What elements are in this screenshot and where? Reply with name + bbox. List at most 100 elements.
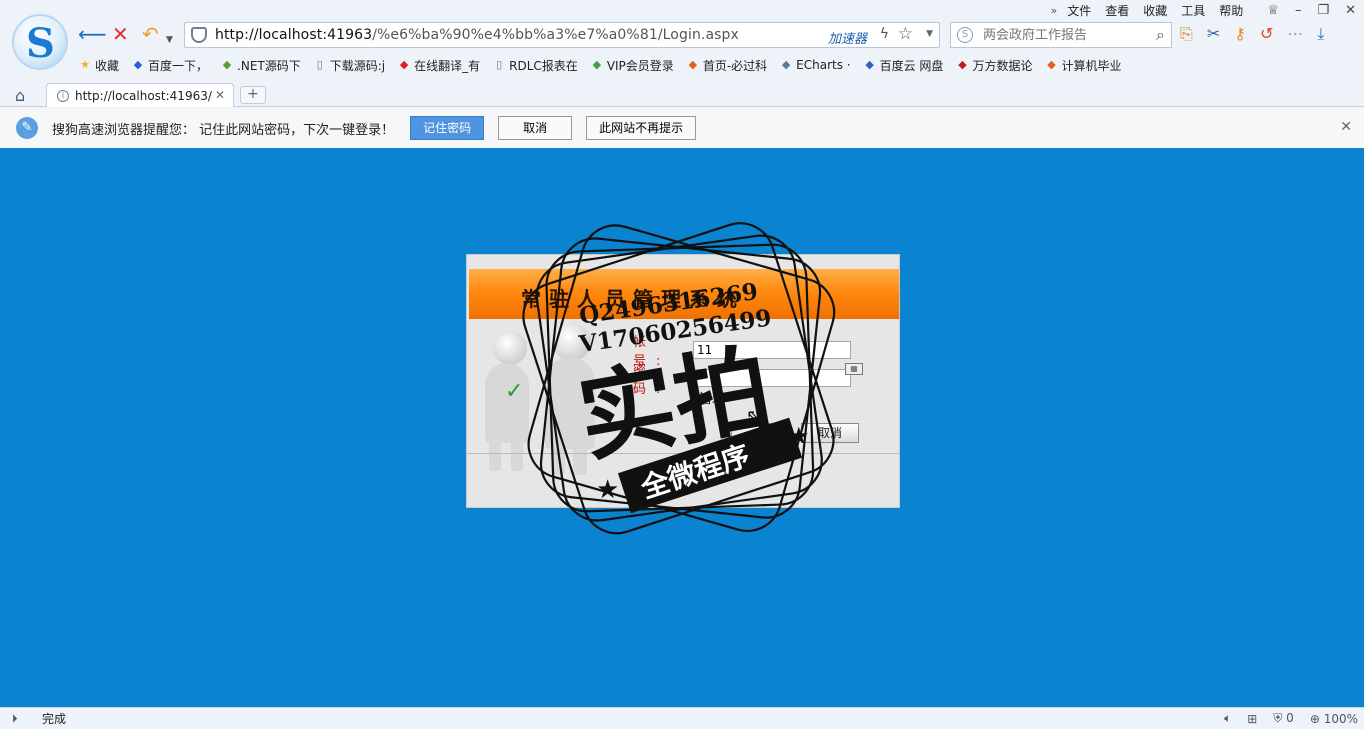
tab-close-icon[interactable]: ✕ [215,88,225,102]
account-input[interactable] [693,341,851,359]
sidebar-toggle-icon[interactable]: ⎘ [1180,24,1193,44]
undo-icon[interactable]: ↶ [142,24,159,44]
menu-overflow-icon[interactable]: » [1050,4,1057,17]
vip-icon: ◆ [592,58,602,71]
new-tab-button[interactable]: + [240,86,266,104]
status-tools: 🔈︎ ⊞ ⛨ 0 ⊕ 100% [1224,711,1358,726]
favorite-label: 在线翻译_有 [414,58,481,73]
notification-cancel-button[interactable]: 取消 [498,116,573,140]
remember-password-button[interactable]: 记住密码 [410,116,485,140]
favorite-item[interactable]: ◆ 百度云 网盘 [863,57,944,74]
status-bar: ⏵ 完成 🔈︎ ⊞ ⛨ 0 ⊕ 100% [0,707,1364,729]
favorite-label: 百度一下， [148,58,209,73]
favorite-label: 百度云 网盘 [879,58,944,73]
system-title: 常驻人员管理系统 [521,287,745,311]
youdao-icon: ◆ [399,58,409,71]
favorite-item[interactable]: ◆ 计算机毕业 [1044,57,1121,74]
role-value[interactable]: 管理 [699,388,725,407]
cloud-icon: ◆ [865,58,874,71]
3d-figures-illustration: ✓ [473,323,595,479]
tab-title: http://localhost:41963/ [75,88,212,103]
star-icon: ★ [80,58,90,71]
search-icon[interactable]: ⌕ [1156,25,1165,45]
sidebar-toggle-icon[interactable]: ⏵ [12,712,32,726]
adblock-count: 0 [1286,711,1294,725]
address-bar[interactable]: http://localhost:41963/%e6%ba%90%e4%bb%a… [184,22,940,48]
security-shield-icon[interactable] [191,27,207,43]
favorite-item[interactable]: ▯ RDLC报表在 [492,57,578,74]
notification-message: 搜狗高速浏览器提醒您： 记住此网站密码，下次一键登录！ [52,122,395,138]
favorite-label: 计算机毕业 [1061,58,1122,73]
page-icon: ▯ [316,58,323,71]
favorite-item[interactable]: ★ 收藏 [78,57,119,74]
favorite-label: 首页-必过科 [702,58,768,73]
password-label: 密码: [633,363,671,397]
sound-icon[interactable]: 🔈︎ [1224,711,1231,726]
toolbox-icon[interactable]: ⊞ [1247,712,1257,726]
search-box[interactable]: S ⌕ [950,22,1172,48]
stop-icon[interactable]: ✕ [112,24,129,44]
title-banner: 常驻人员管理系统 [469,269,899,319]
favorite-item[interactable]: ◆ 首页-必过科 [686,57,768,74]
key-icon[interactable]: ⚷ [1234,24,1246,44]
skin-icon[interactable]: ♕ [1267,3,1279,18]
screenshot-scissors-icon[interactable]: ✂ [1207,24,1220,44]
home-icon[interactable]: ⌂ [15,86,25,105]
favorite-item[interactable]: ◆ VIP会员登录 [590,57,674,74]
close-notification-icon[interactable]: ✕ [1340,119,1352,135]
tip-bulb-icon: ✎ [16,117,38,139]
minimize-button[interactable]: – [1295,3,1302,18]
green-check-icon: ✓ [505,379,524,404]
login-button[interactable] [731,423,789,443]
tab-login[interactable]: i http://localhost:41963/ ✕ [46,83,234,107]
favorite-item[interactable]: ◆ 在线翻译_有 [397,57,480,74]
net-icon: ◆ [222,58,232,71]
favorite-item[interactable]: ◆ ECharts · [779,58,851,72]
close-window-button[interactable]: ✕ [1345,3,1356,18]
download-icon[interactable]: ⤓ [1317,24,1324,44]
favorites-bar: ★ 收藏 ◆ 百度一下， ◆ .NET源码下 ▯ 下载源码:j ◆ 在线翻译_有 ▯ RDLC报表在 ◆… [78,56,1121,74]
more-icon[interactable]: ⋯ [1287,24,1303,44]
favorite-label: ECharts · [796,58,851,72]
site-icon: ◆ [688,58,698,71]
address-dropdown-icon[interactable]: ▼ [926,29,933,39]
restore-tab-icon[interactable]: ↺ [1260,24,1273,44]
url-path: /%e6%ba%90%e4%bb%a3%e7%a0%81/Login.aspx [372,27,739,43]
search-input[interactable] [983,27,1143,43]
password-row: 密码: [633,359,851,397]
wanfang-icon: ◆ [958,58,967,71]
address-url[interactable]: http://localhost:41963/%e6%ba%90%e4%bb%a… [215,27,739,43]
menu-file[interactable]: 文件 [1067,2,1091,19]
favorite-item[interactable]: ◆ .NET源码下 [220,57,301,74]
page-icon: ▯ [496,58,503,71]
sogou-browser-logo[interactable]: S [12,14,68,70]
favorite-item[interactable]: ▯ 下载源码:j [313,57,385,74]
undo-dropdown-icon[interactable]: ▼ [166,30,173,50]
search-engine-icon[interactable]: S [957,27,973,43]
soft-keyboard-icon[interactable]: ▦ [845,363,863,375]
favorite-item[interactable]: ◆ 万方数据论 [955,57,1032,74]
menu-favorites[interactable]: 收藏 [1143,2,1167,19]
toolbar-icons: ⎘ ✂ ⚷ ↺ ⋯ ⤓ [1180,24,1324,44]
tab-favicon-icon: i [57,89,69,102]
lightning-icon[interactable]: ϟ [880,26,889,42]
password-input[interactable] [693,369,851,387]
menu-tools[interactable]: 工具 [1181,2,1205,19]
menu-view[interactable]: 查看 [1105,2,1129,19]
panel-divider [467,453,899,454]
cancel-button[interactable]: 取消 [801,423,859,443]
restore-button[interactable]: ❐ [1317,3,1329,18]
zoom-control[interactable]: ⊕ 100% [1310,712,1358,726]
accelerator-link[interactable]: 加速器 [828,28,867,47]
browser-chrome: » 文件 查看 收藏 工具 帮助 ♕ – ❐ ✕ S ⟵ ✕ ↶ ▼ http:… [0,0,1364,148]
adblock-icon[interactable]: ⛨ 0 [1273,711,1293,726]
never-remind-button[interactable]: 此网站不再提示 [586,116,697,140]
login-panel: 常驻人员管理系统 ✓ 帐号: 密码: ▦ 管理 取消 [466,254,900,508]
favorite-label: 万方数据论 [972,58,1033,73]
favorite-label: .NET源码下 [237,58,301,73]
favorite-item[interactable]: ◆ 百度一下， [131,57,208,74]
baidu-paw-icon: ◆ [133,58,143,71]
menu-help[interactable]: 帮助 [1219,2,1243,19]
bookmark-star-icon[interactable]: ☆ [898,24,913,44]
back-arrow-icon[interactable]: ⟵ [78,24,107,44]
